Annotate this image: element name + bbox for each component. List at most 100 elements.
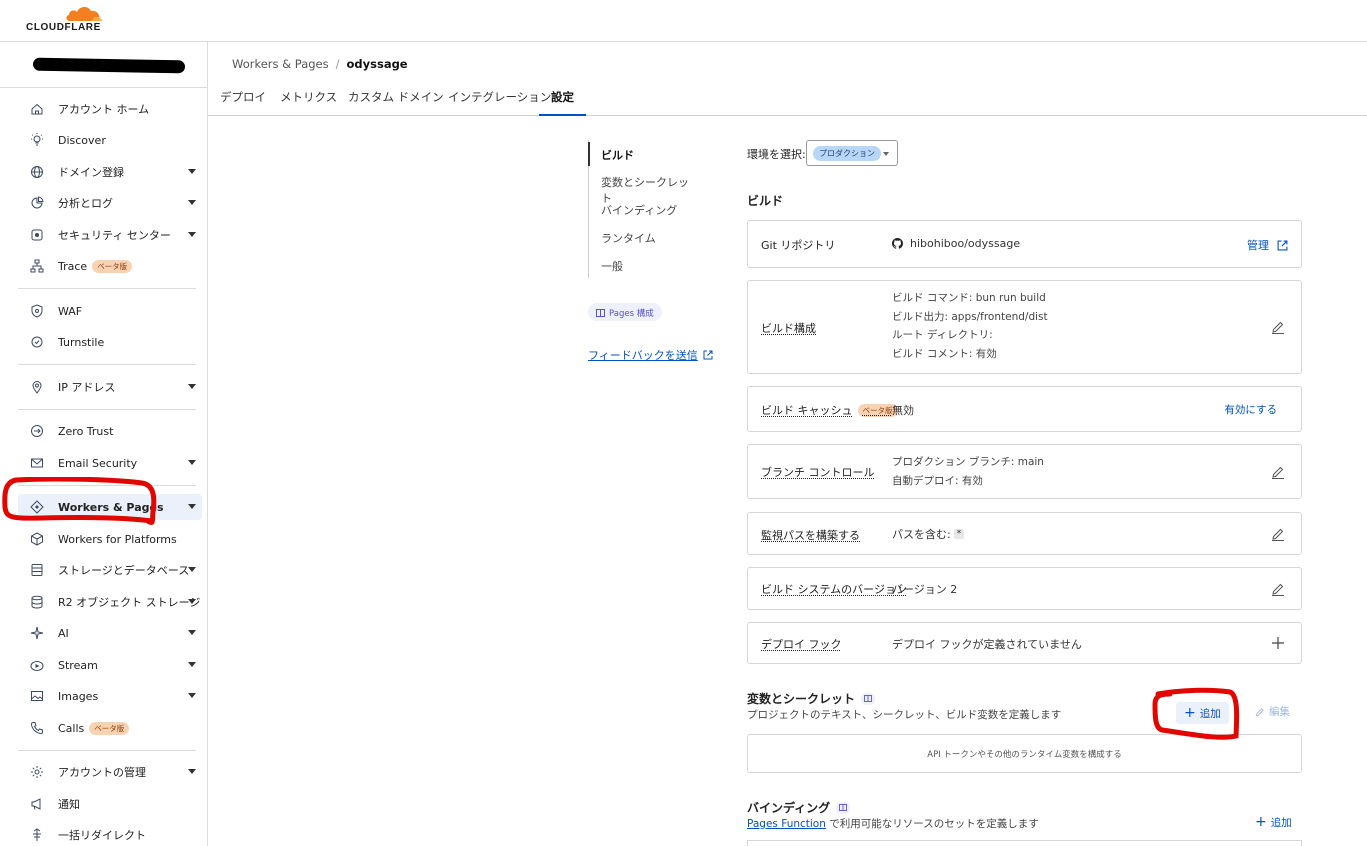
git-repo-value: hibohiboo/odyssage — [892, 237, 1020, 250]
pages-config-doc-pill[interactable]: Pages 構成 — [588, 303, 662, 321]
environment-select[interactable]: プロダクション — [806, 140, 898, 166]
cloudflare-logo[interactable]: CLOUDFLARE — [26, 4, 108, 34]
sidebar-item-label: 分析とログ — [58, 197, 113, 210]
build-config-card: ビルド構成 ビルド コマンド: bun run build ビルド出力: app… — [747, 280, 1302, 374]
sidebar-item-label: WAF — [58, 304, 83, 318]
sidebar-divider — [18, 288, 196, 289]
sidebar-divider — [18, 364, 196, 365]
pages-function-link[interactable]: Pages Function — [747, 818, 826, 830]
edit-variables-button[interactable]: 編集 — [1255, 704, 1290, 719]
subnav-build[interactable]: ビルド — [601, 147, 634, 163]
chevron-down-icon[interactable] — [188, 599, 196, 604]
sidebar-item-20[interactable]: 通知 — [18, 791, 202, 817]
database-icon — [30, 595, 44, 609]
sidebar-item-19[interactable]: アカウントの管理 — [18, 759, 202, 785]
git-manage-label: 管理 — [1247, 239, 1269, 252]
sidebar-item-5[interactable]: Trace ベータ版 — [18, 253, 202, 279]
chevron-down-icon[interactable] — [188, 200, 196, 205]
plus-icon[interactable] — [1271, 636, 1285, 650]
breadcrumb-parent[interactable]: Workers & Pages — [232, 57, 329, 71]
git-manage-link[interactable]: 管理 — [1247, 237, 1288, 253]
chevron-down-icon[interactable] — [188, 693, 196, 698]
enable-cache-link[interactable]: 有効にする — [1224, 402, 1277, 417]
chevron-down-icon[interactable] — [188, 630, 196, 635]
redirect-icon — [30, 828, 44, 842]
book-icon[interactable] — [861, 692, 876, 705]
sidebar-item-6[interactable]: WAF — [18, 298, 202, 324]
chevron-down-icon[interactable] — [188, 662, 196, 667]
sidebar-item-21[interactable]: 一括リダイレクト — [18, 822, 202, 846]
sidebar-item-16[interactable]: Stream — [18, 652, 202, 678]
sidebar-item-7[interactable]: Turnstile — [18, 329, 202, 355]
sidebar-item-1[interactable]: Discover — [18, 127, 202, 153]
account-selector[interactable] — [0, 42, 207, 88]
sidebar-item-17[interactable]: Images — [18, 683, 202, 709]
pencil-icon[interactable] — [1271, 465, 1285, 479]
sidebar-item-label: Email Security — [58, 456, 138, 470]
breadcrumb-current: odyssage — [346, 57, 408, 71]
sidebar-item-3[interactable]: 分析とログ — [18, 190, 202, 216]
sidebar-item-10[interactable]: Email Security — [18, 450, 202, 476]
megaphone-icon — [30, 797, 44, 811]
chevron-down-icon[interactable] — [188, 232, 196, 237]
beta-badge: ベータ版 — [89, 721, 130, 735]
pencil-icon[interactable] — [1271, 582, 1285, 596]
logo-text: CLOUDFLARE — [26, 22, 101, 33]
sidebar-item-label: ストレージとデータベース — [58, 564, 190, 577]
book-icon[interactable] — [836, 801, 851, 814]
sidebar-item-11[interactable]: Workers & Pages — [18, 494, 202, 520]
auto-deploy: 自動デプロイ: 有効 — [892, 474, 983, 487]
bindings-title-wrap: バインディング — [747, 799, 851, 816]
chevron-down-icon[interactable] — [188, 567, 196, 572]
tab-bar: デプロイ メトリクス カスタム ドメイン インテグレーション 設定 — [208, 80, 1367, 116]
top-bar: CLOUDFLARE — [0, 0, 1367, 42]
sidebar-divider — [18, 750, 196, 751]
sidebar-item-14[interactable]: R2 オブジェクト ストレージ — [18, 589, 202, 615]
sidebar-item-label: 通知 — [58, 798, 80, 811]
subnav-runtime[interactable]: ランタイム — [601, 230, 656, 246]
sidebar-item-15[interactable]: AI — [18, 620, 202, 646]
pencil-icon[interactable] — [1271, 320, 1285, 334]
build-command: ビルド コマンド: bun run build — [892, 292, 1046, 304]
root-directory: ルート ディレクトリ: — [892, 329, 993, 341]
subnav-bindings[interactable]: バインディング — [601, 202, 677, 218]
sidebar-item-0[interactable]: アカウント ホーム — [18, 96, 202, 122]
git-repo-name: hibohiboo/odyssage — [910, 237, 1021, 250]
build-cache-card: ビルド キャッシュ ベータ版 無効 有効にする — [747, 386, 1302, 432]
sidebar-item-2[interactable]: ドメイン登録 — [18, 159, 202, 185]
sidebar-item-label: Turnstile — [58, 335, 105, 349]
breadcrumb: Workers & Pages / odyssage — [232, 57, 408, 71]
tab-settings[interactable]: 設定 — [539, 80, 586, 116]
sidebar-item-13[interactable]: ストレージとデータベース — [18, 557, 202, 583]
network-icon — [30, 259, 44, 273]
build-section-title: ビルド — [747, 194, 784, 208]
chevron-down-icon[interactable] — [188, 384, 196, 389]
chevron-down-icon[interactable] — [188, 769, 196, 774]
chevron-down-icon[interactable] — [188, 460, 196, 465]
subnav-general[interactable]: 一般 — [601, 258, 623, 274]
sidebar-item-12[interactable]: Workers for Platforms — [18, 526, 202, 552]
chevron-down-icon[interactable] — [188, 504, 196, 509]
sidebar-item-18[interactable]: Calls ベータ版 — [18, 715, 202, 741]
branch-control-values: プロダクション ブランチ: main 自動デプロイ: 有効 — [892, 453, 1044, 490]
add-variable-label: 追加 — [1199, 707, 1221, 720]
chevron-down-icon[interactable] — [188, 169, 196, 174]
watch-paths-value-wrap: パスを含む: * — [892, 526, 965, 542]
sidebar-item-4[interactable]: セキュリティ センター — [18, 222, 202, 248]
build-cache-label: ビルド キャッシュ — [761, 404, 853, 417]
subnav-active-indicator — [588, 142, 590, 166]
variables-section-title: 変数とシークレット — [747, 692, 856, 706]
sidebar-item-label: セキュリティ センター — [58, 229, 171, 242]
add-binding-button[interactable]: + 追加 — [1247, 811, 1300, 833]
bindings-desc-rest: で利用可能なリソースのセットを定義します — [825, 818, 1039, 830]
pencil-icon[interactable] — [1271, 527, 1285, 541]
sidebar-item-label: Images — [58, 689, 99, 703]
add-variable-button[interactable]: + 追加 — [1176, 702, 1229, 724]
feedback-link[interactable]: フィードバックを送信 — [588, 347, 713, 363]
deploy-hook-value: デプロイ フックが定義されていません — [892, 638, 1082, 651]
shield-icon — [30, 304, 44, 318]
sidebar-item-label: Calls — [58, 721, 85, 735]
sidebar-item-9[interactable]: Zero Trust — [18, 418, 202, 444]
redacted-account-name — [32, 57, 186, 74]
sidebar-item-8[interactable]: IP アドレス — [18, 374, 202, 400]
